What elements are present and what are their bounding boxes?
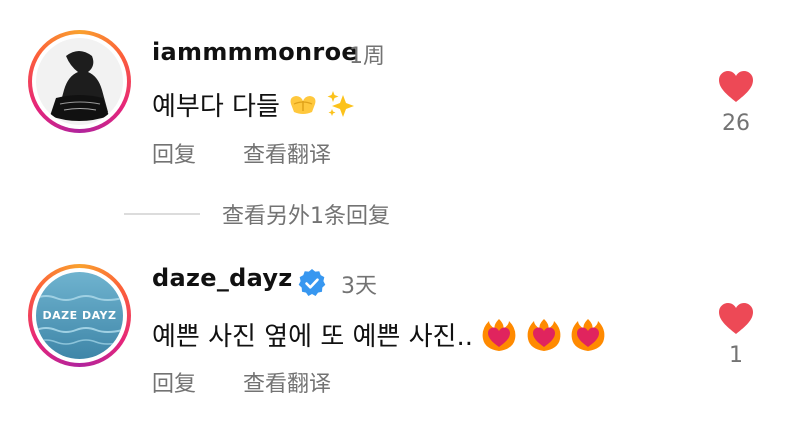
heart-on-fire-icon [526,317,562,358]
comment-actions: 回复 查看翻译 [152,137,331,169]
avatar[interactable] [28,30,131,133]
avatar[interactable]: DAZE DAYZ [28,264,131,367]
comment-time: 3天 [341,274,377,299]
comment-item: iammmmonroe 1周 예부다 다들 回复 查看翻译 26 [0,0,800,190]
view-more-replies[interactable]: 查看另外1条回复 [124,196,390,232]
heart-on-fire-icon [481,317,517,358]
view-more-replies-label: 查看另外1条回复 [222,204,390,229]
avatar-text: DAZE DAYZ [43,309,117,322]
like-control: 1 [712,302,760,368]
heart-hands-icon [288,92,318,123]
username[interactable]: daze_dayz [152,264,293,292]
heart-icon[interactable] [718,70,754,103]
like-control: 26 [712,70,760,136]
avatar-photo: DAZE DAYZ [36,272,123,359]
reply-button[interactable]: 回复 [152,366,196,398]
divider [124,213,200,215]
comment-text-body: 예부다 다들 [152,92,280,122]
avatar-photo [36,38,123,125]
comment-text: 예쁜 사진 옆에 또 예쁜 사진.. [152,316,606,358]
comment-text-body: 예쁜 사진 옆에 또 예쁜 사진.. [152,322,473,352]
comment-time: 1周 [349,44,385,69]
verified-badge-icon [298,269,326,296]
heart-icon[interactable] [718,302,754,335]
heart-on-fire-icon [570,317,606,358]
username[interactable]: iammmmonroe [152,38,358,66]
comment-item: DAZE DAYZ daze_dayz 3天 예쁜 사진 옆에 또 예쁜 사진.… [0,240,800,432]
sparkles-icon [326,89,356,126]
like-count: 26 [722,111,750,136]
comment-actions: 回复 查看翻译 [152,366,331,398]
like-count: 1 [729,343,743,368]
translate-button[interactable]: 查看翻译 [243,366,331,398]
reply-button[interactable]: 回复 [152,137,196,169]
translate-button[interactable]: 查看翻译 [243,137,331,169]
comment-text: 예부다 다들 [152,86,356,126]
